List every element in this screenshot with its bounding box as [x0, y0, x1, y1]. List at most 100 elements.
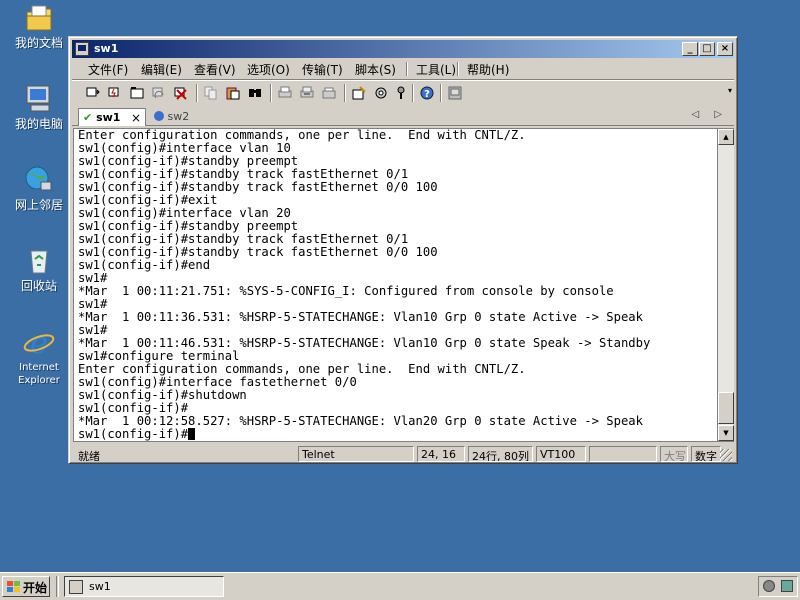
network-icon[interactable] [781, 580, 793, 592]
scroll-thumb[interactable] [718, 392, 734, 424]
keymap-icon[interactable] [392, 84, 410, 102]
network-places-icon [23, 164, 55, 196]
menu-transfer[interactable]: 传输(T) [302, 61, 343, 78]
toolbar-separator [270, 84, 272, 102]
recycle-bin-icon [23, 245, 55, 277]
toolbar-overflow-icon[interactable]: ▾ [728, 86, 732, 95]
menu-view[interactable]: 查看(V) [194, 61, 236, 78]
close-button[interactable]: × [717, 42, 733, 56]
check-icon: ✔ [83, 111, 93, 124]
desktop-icon-label: 我的文档 [14, 36, 63, 50]
terminal-line: *Mar 1 00:11:36.531: %HSRP-5-STATECHANGE… [78, 310, 643, 324]
connect-tab-icon[interactable] [128, 84, 146, 102]
taskbar: 开始 sw1 [0, 572, 800, 600]
status-num-lock: 数字 [691, 446, 721, 462]
desktop-icon-my-computer[interactable]: 我的电脑 [4, 83, 74, 131]
taskbar-separator [56, 576, 59, 597]
desktop-icon-label: Internet Explorer [18, 362, 60, 386]
status-blank [589, 446, 657, 462]
tab-label: sw2 [167, 110, 190, 123]
sftp-icon[interactable] [446, 84, 464, 102]
taskbar-item-label: sw1 [89, 580, 111, 593]
volume-icon[interactable] [763, 580, 775, 592]
connect-icon[interactable] [84, 84, 102, 102]
disconnect-icon[interactable] [172, 84, 190, 102]
terminal-prompt: sw1(config-if)# [78, 427, 189, 441]
desktop-icon-label: 网上邻居 [14, 198, 63, 212]
text-cursor [188, 428, 196, 440]
print-icon[interactable] [276, 84, 294, 102]
desktop-icon-internet-explorer[interactable]: e Internet Explorer [4, 326, 74, 387]
desktop-icon-label: 回收站 [20, 279, 57, 293]
toolbar-separator [344, 84, 346, 102]
tab-scroll-arrows[interactable]: ◁ ▷ [691, 109, 728, 120]
minimize-button[interactable]: _ [682, 42, 698, 56]
tab-label: sw1 [96, 111, 121, 124]
menu-help[interactable]: 帮助(H) [467, 61, 509, 78]
svg-text:e: e [30, 326, 48, 358]
toolbar: ? ▾ [72, 79, 734, 105]
tab-sw1[interactable]: ✔ sw1 × [78, 108, 146, 126]
menu-separator [457, 62, 459, 76]
terminal-output[interactable]: Enter configuration commands, one per li… [73, 128, 718, 442]
app-window-icon [69, 580, 83, 594]
print-setup-icon[interactable] [320, 84, 338, 102]
help-icon[interactable]: ? [418, 84, 436, 102]
start-button[interactable]: 开始 [2, 576, 50, 597]
desktop-icon-label: 我的电脑 [14, 117, 63, 131]
print-selection-icon[interactable] [298, 84, 316, 102]
status-protocol: Telnet [298, 446, 414, 462]
menu-edit[interactable]: 编辑(E) [141, 61, 182, 78]
find-icon[interactable] [246, 84, 264, 102]
toolbar-separator [412, 84, 414, 102]
maximize-button[interactable]: □ [699, 42, 715, 56]
tab-sw2[interactable]: sw2 [150, 108, 206, 126]
svg-text:?: ? [424, 89, 430, 100]
terminal-prompt-line[interactable]: sw1(config-if)# [78, 428, 650, 441]
desktop-icon-recycle-bin[interactable]: 回收站 [4, 245, 74, 293]
my-documents-icon [23, 2, 55, 34]
menu-bar: 文件(F) 编辑(E) 查看(V) 选项(O) 传输(T) 脚本(S) 工具(L… [72, 59, 734, 78]
status-bar: 就绪 Telnet 24, 16 24行, 80列 VT100 大写 数字 [72, 445, 734, 463]
app-window-icon [75, 42, 89, 56]
menu-tools[interactable]: 工具(L) [416, 61, 456, 78]
scroll-up-icon[interactable]: ▲ [718, 129, 734, 145]
taskbar-item-sw1[interactable]: sw1 [64, 576, 224, 597]
menu-file[interactable]: 文件(F) [88, 61, 128, 78]
session-options-icon[interactable] [350, 84, 368, 102]
status-ready: 就绪 [78, 450, 100, 462]
tab-close-icon[interactable]: × [131, 111, 141, 125]
status-caps-lock: 大写 [660, 446, 688, 462]
start-label: 开始 [23, 581, 48, 595]
terminal-window[interactable]: sw1 _ □ × 文件(F) 编辑(E) 查看(V) 选项(O) 传输(T) … [68, 36, 738, 464]
menu-script[interactable]: 脚本(S) [355, 61, 396, 78]
toolbar-separator [196, 84, 198, 102]
toolbar-separator [440, 84, 442, 102]
quick-connect-icon[interactable] [106, 84, 124, 102]
title-bar[interactable]: sw1 _ □ × [72, 40, 734, 58]
terminal-line: sw1(config-if)#end [78, 258, 211, 272]
status-emulation: VT100 [536, 446, 586, 462]
status-cursor-position: 24, 16 [417, 446, 465, 462]
paste-icon[interactable] [224, 84, 242, 102]
system-tray [758, 576, 798, 597]
session-tabs: ✔ sw1 × sw2 ◁ ▷ [72, 106, 734, 126]
menu-options[interactable]: 选项(O) [247, 61, 290, 78]
copy-icon[interactable] [202, 84, 220, 102]
my-computer-icon [23, 83, 55, 115]
info-icon [154, 111, 164, 121]
vertical-scrollbar[interactable]: ▲ ▼ [718, 128, 734, 442]
window-title: sw1 [94, 42, 119, 55]
menu-separator [406, 62, 408, 76]
reconnect-icon[interactable] [150, 84, 168, 102]
terminal-line: *Mar 1 00:11:21.751: %SYS-5-CONFIG_I: Co… [78, 284, 614, 298]
status-terminal-size: 24行, 80列 [468, 446, 533, 462]
terminal-text: Enter configuration commands, one per li… [78, 129, 650, 441]
scroll-down-icon[interactable]: ▼ [718, 425, 734, 441]
resize-grip-icon[interactable] [720, 449, 732, 461]
global-options-icon[interactable] [372, 84, 390, 102]
internet-explorer-icon: e [23, 326, 55, 361]
desktop-icon-my-documents[interactable]: 我的文档 [4, 2, 74, 50]
desktop-icon-network-places[interactable]: 网上邻居 [4, 164, 74, 212]
windows-flag-icon [7, 581, 20, 593]
